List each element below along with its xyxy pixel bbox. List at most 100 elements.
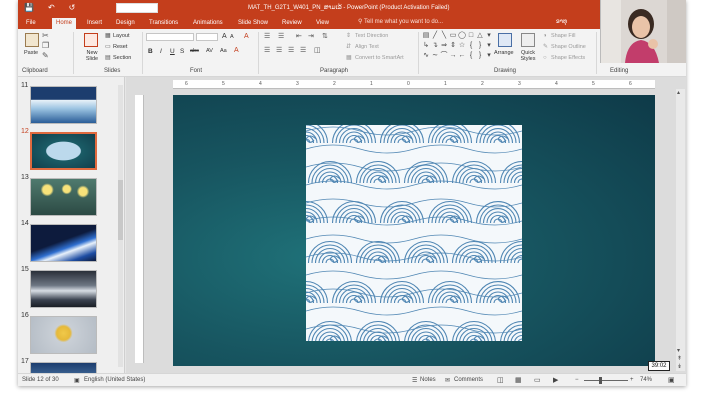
font-color-icon[interactable]: A xyxy=(234,47,239,55)
tab-view[interactable]: View xyxy=(312,18,333,29)
redo-icon[interactable]: ↺ xyxy=(69,3,76,12)
line-spacing-icon[interactable]: ⇅ xyxy=(322,33,328,41)
tab-insert[interactable]: Insert xyxy=(83,18,106,29)
slide-thumbnail-11[interactable] xyxy=(30,86,97,124)
italic-button[interactable]: I xyxy=(160,48,162,55)
more-shapes-icon[interactable]: ▾ xyxy=(485,32,493,41)
undo-icon[interactable]: ↶ xyxy=(48,3,55,12)
current-slide[interactable] xyxy=(173,95,655,366)
line-shape-icon[interactable]: ╲ xyxy=(440,32,448,41)
shapes-gallery[interactable]: ▤ ╱ ╲ ▭ ◯ □ △ ▾ ↳ ↴ ⇒ ⇕ ☆ { } ▾ ∿ ∼ ⌒ → … xyxy=(422,32,491,62)
triangle-shape-icon[interactable]: △ xyxy=(476,32,484,41)
align-center-icon[interactable]: ☰ xyxy=(276,47,282,55)
font-size-box[interactable] xyxy=(196,33,218,41)
tab-transitions[interactable]: Transitions xyxy=(145,18,182,29)
tab-design[interactable]: Design xyxy=(112,18,139,29)
new-slide-icon[interactable] xyxy=(84,33,98,47)
zoom-slider[interactable] xyxy=(584,380,628,381)
zoom-in-icon[interactable]: + xyxy=(630,377,634,383)
zoom-slider-thumb[interactable] xyxy=(598,377,602,384)
tab-animations[interactable]: Animations xyxy=(189,18,227,29)
rectangle-shape-icon[interactable]: □ xyxy=(467,32,475,41)
change-case-button[interactable]: Aa xyxy=(220,48,227,54)
rectangle-shape-icon[interactable]: ▭ xyxy=(449,32,457,41)
scrollbar-thumb[interactable] xyxy=(118,180,123,240)
text-direction-button[interactable]: Text Direction xyxy=(355,33,388,39)
paste-icon[interactable] xyxy=(25,33,39,47)
copy-icon[interactable]: ❐ xyxy=(42,42,49,50)
new-slide-button[interactable]: New Slide xyxy=(82,50,102,62)
zoom-level[interactable]: 74% xyxy=(640,377,652,383)
slide-thumbnail-13[interactable] xyxy=(30,178,97,216)
notes-icon[interactable]: ☰ xyxy=(412,377,417,384)
brace-shape-icon[interactable]: { xyxy=(467,42,475,51)
arrow-shape-icon[interactable]: → xyxy=(449,52,457,61)
tab-slide-show[interactable]: Slide Show xyxy=(234,18,272,29)
comments-button[interactable]: Comments xyxy=(454,377,483,383)
tab-review[interactable]: Review xyxy=(278,18,306,29)
oval-shape-icon[interactable]: ◯ xyxy=(458,32,466,41)
arrange-button[interactable]: Arrange xyxy=(494,50,514,56)
brace-shape-icon[interactable]: } xyxy=(476,42,484,51)
shape-effects-button[interactable]: Shape Effects xyxy=(551,55,585,61)
reading-view-icon[interactable]: ▭ xyxy=(534,376,541,384)
line-shape-icon[interactable]: ╱ xyxy=(431,32,439,41)
shape-outline-button[interactable]: Shape Outline xyxy=(551,44,586,50)
arrange-icon[interactable] xyxy=(498,33,512,47)
expand-gallery-icon[interactable]: ▾ xyxy=(485,52,493,61)
align-left-icon[interactable]: ☰ xyxy=(264,47,270,55)
slide-thumbnail-15[interactable] xyxy=(30,270,97,308)
quick-styles-icon[interactable] xyxy=(521,33,535,47)
columns-icon[interactable]: ◫ xyxy=(314,47,321,55)
curve-shape-icon[interactable]: ∼ xyxy=(431,52,439,61)
spellcheck-icon[interactable]: ▣ xyxy=(74,377,80,384)
tell-me-search[interactable]: ⚲ Tell me what you want to do... xyxy=(358,18,443,25)
section-button[interactable]: Section xyxy=(113,55,131,61)
decrease-indent-icon[interactable]: ⇤ xyxy=(296,33,302,41)
arrow-shape-icon[interactable]: ⇕ xyxy=(449,42,457,51)
numbering-icon[interactable]: ☰ xyxy=(278,33,284,41)
font-name-box[interactable] xyxy=(146,33,194,41)
fit-to-window-icon[interactable]: ▣ xyxy=(668,376,675,384)
bullets-icon[interactable]: ☰ xyxy=(264,33,270,41)
bold-button[interactable]: B xyxy=(148,48,153,55)
cut-icon[interactable]: ✂ xyxy=(42,32,49,40)
textbox-shape-icon[interactable]: ▤ xyxy=(422,32,430,41)
normal-view-icon[interactable]: ◫ xyxy=(497,376,504,384)
language-indicator[interactable]: English (United States) xyxy=(84,377,145,383)
justify-icon[interactable]: ☰ xyxy=(300,47,306,55)
save-icon[interactable]: 💾 xyxy=(24,3,34,12)
arrow-shape-icon[interactable]: ⇒ xyxy=(440,42,448,51)
slide-thumbnail-14[interactable] xyxy=(30,224,97,262)
more-shapes-icon[interactable]: ▾ xyxy=(485,42,493,51)
thumbnail-scrollbar[interactable] xyxy=(118,85,123,367)
arc-shape-icon[interactable]: ⌒ xyxy=(440,52,448,61)
clear-formatting-button[interactable]: A xyxy=(244,33,249,40)
slide-sorter-icon[interactable]: ▦ xyxy=(515,376,522,384)
slide-thumbnail-17[interactable] xyxy=(30,362,97,373)
connector-shape-icon[interactable]: ↴ xyxy=(431,42,439,51)
slide-thumbnail-16[interactable] xyxy=(30,316,97,354)
wave-pattern-image[interactable] xyxy=(306,125,522,341)
previous-slide-icon[interactable]: ↟ xyxy=(677,355,682,363)
brace-shape-icon[interactable]: { xyxy=(467,52,475,61)
shadow-s-button[interactable]: S xyxy=(180,48,184,55)
layout-button[interactable]: Layout xyxy=(113,33,130,39)
star-shape-icon[interactable]: ☆ xyxy=(458,42,466,51)
brace-shape-icon[interactable]: } xyxy=(476,52,484,61)
quick-styles-button[interactable]: Quick Styles xyxy=(518,50,538,62)
underline-button[interactable]: U xyxy=(170,48,175,55)
paste-button[interactable]: Paste xyxy=(24,50,38,56)
character-spacing-button[interactable]: AV xyxy=(206,48,213,54)
strikethrough-button[interactable]: abc xyxy=(190,48,199,54)
comments-icon[interactable]: ✉ xyxy=(445,377,450,384)
format-painter-icon[interactable]: ✎ xyxy=(42,52,49,60)
quick-access-input[interactable] xyxy=(116,3,158,13)
slide-scrollbar[interactable]: ▴ ▾ ↟ ↡ xyxy=(676,89,685,371)
shape-fill-button[interactable]: Shape Fill xyxy=(551,33,575,39)
tab-file[interactable]: File xyxy=(22,18,40,29)
scroll-down-icon[interactable]: ▾ xyxy=(677,347,680,355)
align-text-button[interactable]: Align Text xyxy=(355,44,379,50)
align-right-icon[interactable]: ☰ xyxy=(288,47,294,55)
notes-button[interactable]: Notes xyxy=(420,377,436,383)
